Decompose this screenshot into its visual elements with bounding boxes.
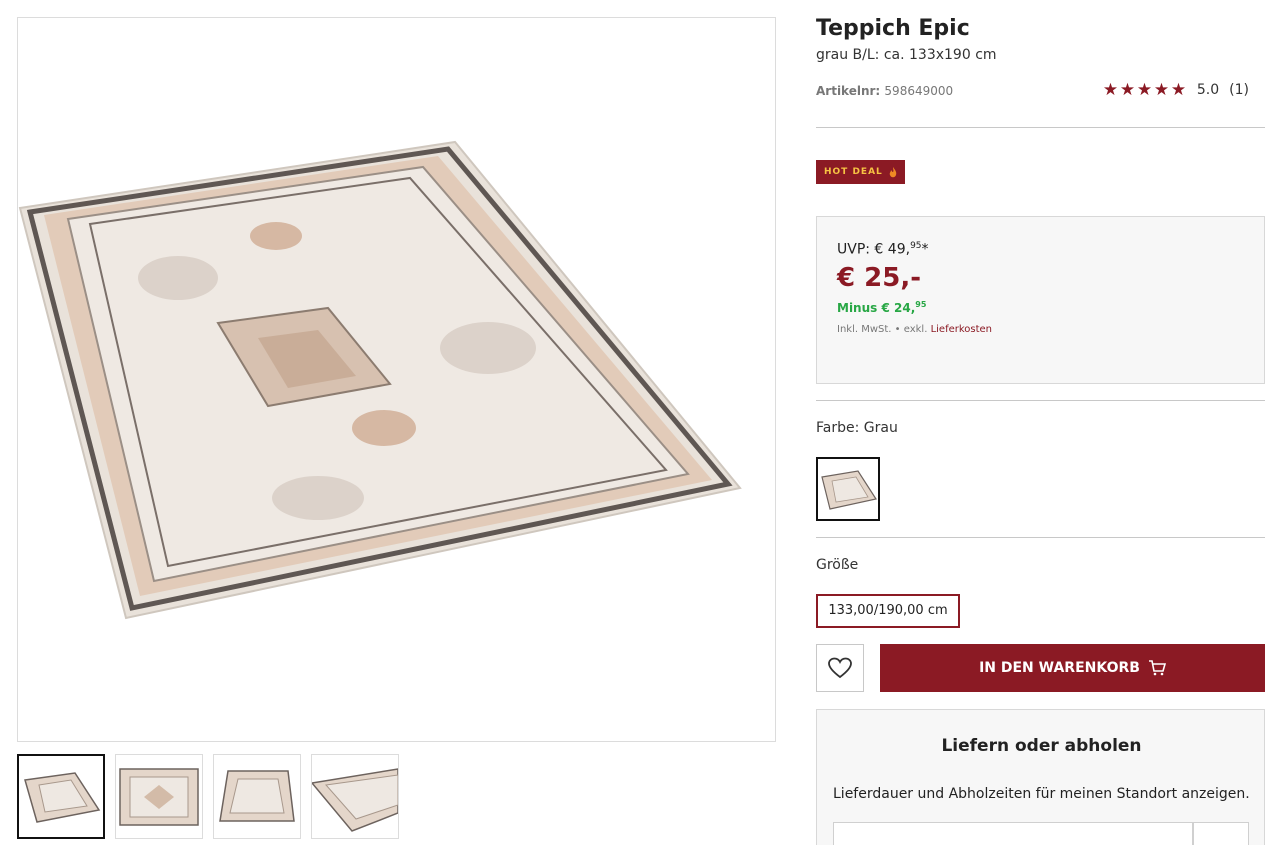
article-number-value: 598649000 xyxy=(884,84,954,98)
product-subtitle: grau B/L: ca. 133x190 cm xyxy=(816,47,997,63)
rating-count[interactable]: (1) xyxy=(1229,82,1249,98)
rating[interactable]: ★ ★ ★ ★ ★ 5.0 (1) xyxy=(1102,80,1249,100)
hot-deal-label: HOT DEAL xyxy=(824,167,883,177)
tax-note: Inkl. MwSt. • exkl. Lieferkosten xyxy=(837,324,993,335)
cart-icon xyxy=(1148,660,1166,676)
current-price: € 25,- xyxy=(837,263,921,293)
thumbnail-4[interactable] xyxy=(311,754,399,839)
location-button[interactable] xyxy=(1193,822,1249,845)
delivery-text: Lieferdauer und Abholzeiten für meinen S… xyxy=(833,786,1250,802)
price-box: UVP: € 49,95* € 25,- Minus € 24,95 Inkl.… xyxy=(816,216,1265,384)
star-icon: ★ xyxy=(1119,80,1136,100)
thumbnail-3[interactable] xyxy=(213,754,301,839)
add-to-cart-label: IN DEN WARENKORB xyxy=(979,660,1140,676)
main-product-image[interactable] xyxy=(17,17,776,742)
wishlist-button[interactable] xyxy=(816,644,864,692)
size-option-selected[interactable]: 133,00/190,00 cm xyxy=(816,594,960,628)
discount-amount: Minus € 24,95 xyxy=(837,300,927,315)
star-icon: ★ xyxy=(1102,80,1119,100)
flame-icon xyxy=(889,166,897,177)
delivery-title: Liefern oder abholen xyxy=(941,736,1142,756)
color-label: Farbe: Grau xyxy=(816,420,898,436)
shipping-cost-link[interactable]: Lieferkosten xyxy=(931,324,992,335)
rating-stars: ★ ★ ★ ★ ★ xyxy=(1102,80,1187,100)
divider xyxy=(816,537,1265,538)
star-icon: ★ xyxy=(1170,80,1187,100)
uvp-price: UVP: € 49,95* xyxy=(837,241,929,258)
location-input[interactable] xyxy=(833,822,1193,845)
thumbnail-2[interactable] xyxy=(115,754,203,839)
hot-deal-badge: HOT DEAL xyxy=(816,160,905,184)
color-swatch-grau[interactable] xyxy=(816,457,880,521)
star-icon: ★ xyxy=(1136,80,1153,100)
article-number-label: Artikelnr: xyxy=(816,84,881,98)
size-label: Größe xyxy=(816,557,859,573)
add-to-cart-button[interactable]: IN DEN WARENKORB xyxy=(880,644,1265,692)
thumbnail-1[interactable] xyxy=(17,754,105,839)
heart-icon xyxy=(828,657,852,679)
divider xyxy=(816,127,1265,128)
article-number: Artikelnr: 598649000 xyxy=(816,84,953,98)
rating-value: 5.0 xyxy=(1196,82,1220,98)
thumbnail-strip xyxy=(17,754,399,839)
divider xyxy=(816,400,1265,401)
star-icon: ★ xyxy=(1153,80,1170,100)
product-title: Teppich Epic xyxy=(816,16,970,41)
rug-image xyxy=(18,140,742,620)
delivery-box: Liefern oder abholen Lieferdauer und Abh… xyxy=(816,709,1265,845)
